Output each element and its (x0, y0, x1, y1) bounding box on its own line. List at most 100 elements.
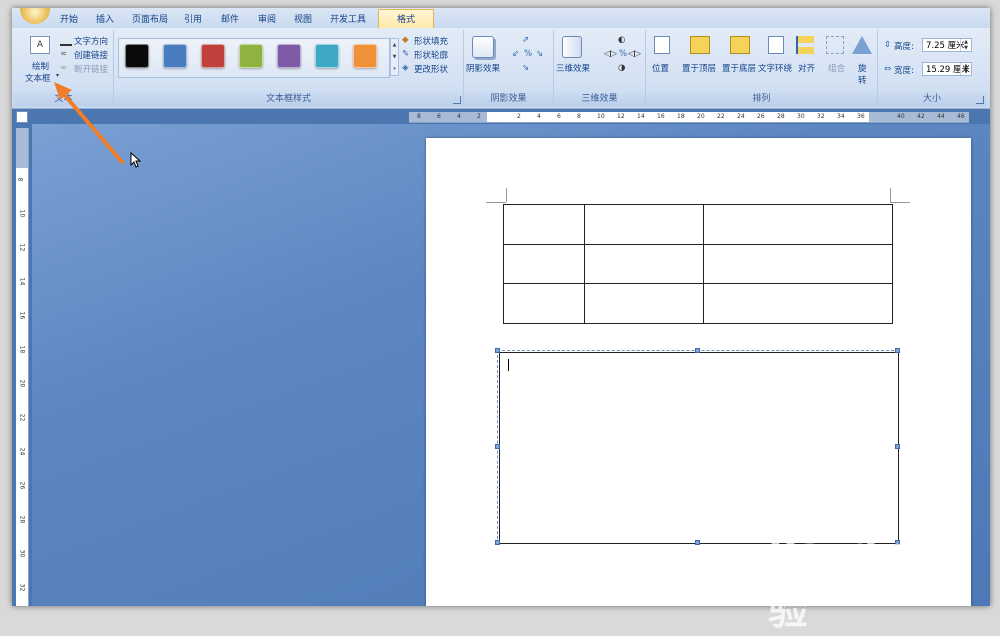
text-wrap-button[interactable]: 文字环绕 (758, 62, 792, 74)
ruler-number: 46 (957, 113, 965, 120)
ribbon: A 绘制 文本框 ▾ 文字方向 ∞ 创建链接 ∞ 断开链接 文本 ▲ ▼ ▾ ◆… (12, 28, 990, 109)
group-button[interactable]: 组合 (828, 62, 845, 74)
height-value[interactable]: 7.25 厘米 (926, 41, 965, 51)
resize-handle-ne[interactable] (895, 348, 900, 353)
draw-textbox-icon: A (30, 36, 50, 54)
ruler-number: 8 (417, 113, 421, 120)
resize-handle-e[interactable] (895, 444, 900, 449)
tab-page-layout[interactable]: 页面布局 (132, 12, 168, 25)
ruler-number: 44 (937, 113, 945, 120)
shape-fill-button[interactable]: 形状填充 (414, 35, 448, 47)
table-cell[interactable] (703, 243, 893, 285)
ruler-number: 10 (597, 113, 605, 120)
ruler-number: 24 (737, 113, 745, 120)
width-spinner[interactable]: 15.29 厘米 ▲ ▼ (922, 62, 972, 76)
width-label: 宽度: (894, 66, 914, 76)
tab-developer[interactable]: 开发工具 (330, 12, 366, 25)
document-table[interactable] (503, 204, 893, 324)
rotate-label-1[interactable]: 旋 (858, 62, 867, 74)
style-swatch[interactable] (163, 44, 187, 68)
resize-handle-w[interactable] (495, 444, 500, 449)
crop-mark (890, 188, 891, 202)
ruler-number: 32 (18, 583, 26, 592)
position-button[interactable]: 位置 (652, 62, 669, 74)
gallery-scroll-icon[interactable]: ▲ ▼ ▾ (390, 38, 399, 76)
3d-toggle-icon[interactable]: % (619, 49, 627, 59)
draw-textbox-label1[interactable]: 绘制 (32, 60, 49, 72)
nudge-right-icon[interactable]: ⇘ (536, 49, 543, 59)
tab-view[interactable]: 视图 (294, 12, 312, 25)
text-direction-icon (60, 36, 72, 46)
tab-references[interactable]: 引用 (184, 12, 202, 25)
rotate-label-2[interactable]: 转 (858, 74, 867, 86)
style-swatch[interactable] (277, 44, 301, 68)
ruler-number: 4 (457, 113, 461, 120)
group-textbox-styles: ▲ ▼ ▾ ◆ 形状填充 ✎ 形状轮廓 ◈ 更改形状 文本框样式 (114, 30, 464, 106)
link-icon: ∞ (60, 49, 68, 59)
height-spinner[interactable]: 7.25 厘米 ▲ ▼ (922, 38, 972, 52)
tilt-down-icon[interactable]: ◑ (618, 63, 625, 73)
resize-handle-n[interactable] (695, 348, 700, 353)
ruler-tab-selector[interactable] (16, 111, 28, 123)
3d-effects-button[interactable]: 三维效果 (556, 62, 590, 74)
tilt-left-icon[interactable]: ◁▷ (604, 49, 617, 59)
style-swatch[interactable] (201, 44, 225, 68)
table-cell[interactable] (503, 283, 585, 324)
resize-handle-nw[interactable] (495, 348, 500, 353)
bring-front-button[interactable]: 置于顶层 (682, 62, 716, 74)
group-icon (826, 36, 844, 54)
tab-mailings[interactable]: 邮件 (221, 12, 239, 25)
spinner-arrows-icon[interactable]: ▲ ▼ (960, 39, 971, 51)
pencil-icon: ✎ (402, 49, 410, 59)
vertical-ruler[interactable]: 8 10 12 14 16 18 20 22 24 26 28 30 32 (16, 128, 29, 606)
tab-insert[interactable]: 插入 (96, 12, 114, 25)
table-cell[interactable] (703, 204, 893, 245)
nudge-down-icon[interactable]: ⇘ (522, 63, 529, 73)
group-title-styles: 文本框样式 (114, 93, 463, 106)
tilt-up-icon[interactable]: ◐ (618, 35, 625, 45)
shadow-effects-button[interactable]: 阴影效果 (466, 62, 500, 74)
height-icon: ⇕ (884, 40, 892, 50)
resize-handle-sw[interactable] (495, 540, 500, 545)
crop-mark (890, 202, 910, 203)
send-back-button[interactable]: 置于底层 (722, 62, 756, 74)
nudge-shadow-icon[interactable]: ⇗ (522, 35, 529, 45)
table-cell[interactable] (703, 283, 893, 324)
tilt-right-icon[interactable]: ◁▷ (628, 49, 641, 59)
mouse-pointer-icon (130, 152, 142, 168)
dialog-launcher-icon[interactable] (453, 96, 461, 104)
tab-format[interactable]: 格式 (378, 9, 434, 28)
create-link-button[interactable]: 创建链接 (74, 49, 108, 61)
style-swatch[interactable] (315, 44, 339, 68)
shadow-toggle-icon[interactable]: % (524, 49, 532, 59)
table-cell[interactable] (584, 243, 704, 285)
ruler-number: 20 (697, 113, 705, 120)
rotate-icon (852, 36, 872, 54)
ruler-number: 12 (18, 243, 26, 252)
draw-textbox-label2[interactable]: 文本框 (25, 72, 51, 84)
horizontal-ruler[interactable]: 8 6 4 2 2 4 6 8 10 12 14 16 18 20 22 24 26 28 30 32 34 36 40 42… (409, 112, 969, 123)
change-shape-button[interactable]: 更改形状 (414, 63, 448, 75)
dialog-launcher-icon[interactable] (976, 96, 984, 104)
spinner-arrows-icon[interactable]: ▲ ▼ (960, 63, 971, 75)
table-cell[interactable] (584, 204, 704, 245)
break-link-button[interactable]: 断开链接 (74, 63, 108, 75)
align-button[interactable]: 对齐 (798, 62, 815, 74)
style-swatch[interactable] (125, 44, 149, 68)
nudge-left-icon[interactable]: ⇙ (512, 49, 519, 59)
shape-outline-button[interactable]: 形状轮廓 (414, 49, 448, 61)
style-swatch[interactable] (239, 44, 263, 68)
style-swatch[interactable] (353, 44, 377, 68)
text-direction-button[interactable]: 文字方向 (74, 35, 108, 47)
group-3d: 三维效果 ◐ ◁▷ % ◁▷ ◑ 三维效果 (554, 30, 646, 106)
office-button[interactable] (20, 8, 50, 24)
tab-review[interactable]: 审阅 (258, 12, 276, 25)
ruler-number: 12 (617, 113, 625, 120)
table-cell[interactable] (584, 283, 704, 324)
table-cell[interactable] (503, 204, 585, 245)
crop-mark (506, 188, 507, 202)
resize-handle-s[interactable] (695, 540, 700, 545)
ruler-number: 20 (18, 379, 26, 388)
tab-home[interactable]: 开始 (60, 12, 78, 25)
table-cell[interactable] (503, 243, 585, 285)
